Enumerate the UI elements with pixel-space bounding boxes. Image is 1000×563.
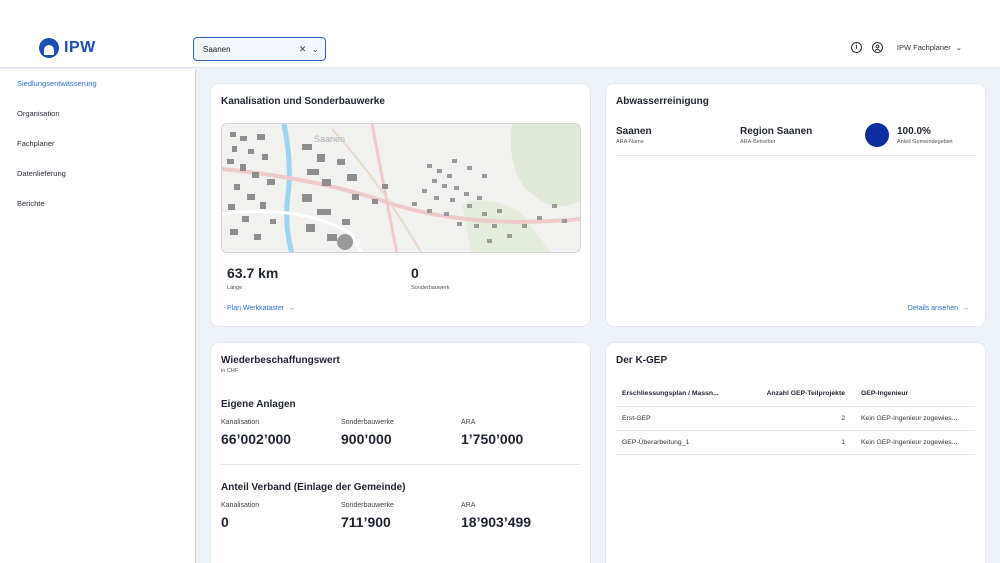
share-value: 100.0%: [897, 126, 931, 137]
verband-ara: ARA 18’903’499: [461, 502, 531, 530]
table-row[interactable]: GEP-Überarbeitung_1 1 Kein GEP-Ingenieur…: [616, 430, 975, 455]
top-bar: IPW Saanen ✕ ⌄ i IPW Fachplaner ⌄: [0, 0, 1000, 68]
eigene-kanalisation: Kanalisation 66’002’000: [221, 419, 291, 447]
verband-kanalisation: Kanalisation 0: [221, 502, 259, 530]
abwasserreinigung-card: Abwasserreinigung Saanen ARA-Name Region…: [606, 84, 985, 326]
map-place-label: Saanen: [314, 134, 345, 144]
length-metric: 63.7 km Länge: [227, 265, 278, 291]
plan-cell: Erst-GEP: [616, 406, 751, 431]
sonderbauwerk-caption: Sonderbauwerk: [411, 285, 450, 291]
verband-sonderbauwerke-value: 711’900: [341, 514, 391, 530]
verband-sonderbauwerke-caption: Sonderbauwerke: [341, 502, 394, 509]
municipality-select-value: Saanen: [203, 44, 231, 54]
user-icon[interactable]: [871, 42, 883, 53]
count-cell: 2: [751, 406, 851, 431]
card-title: Der K-GEP: [616, 355, 668, 366]
link-label: Plan Werkkataster: [227, 305, 285, 312]
table-row[interactable]: Erst-GEP 2 Kein GEP-Ingenieur zugewies..…: [616, 406, 975, 431]
top-right-actions: i IPW Fachplaner ⌄: [850, 42, 962, 53]
verband-ara-caption: ARA: [461, 502, 476, 509]
engineer-cell: Kein GEP-Ingenieur zugewies...: [851, 430, 975, 455]
card-title: Wiederbeschaffungswert: [221, 355, 340, 366]
map[interactable]: Saanen: [221, 123, 581, 253]
eigene-ara: ARA 1’750’000: [461, 419, 523, 447]
ara-operator: Region Saanen: [740, 126, 813, 137]
clear-icon[interactable]: ✕: [299, 44, 307, 55]
verband-kanalisation-value: 0: [221, 514, 229, 530]
count-cell: 1: [751, 430, 851, 455]
eigene-ara-value: 1’750’000: [461, 431, 524, 447]
eigene-sonderbauwerke-caption: Sonderbauwerke: [341, 419, 394, 426]
kgep-table: Erschliessungsplan / Massn... Anzahl GEP…: [616, 382, 975, 455]
eigene-ara-caption: ARA: [461, 419, 476, 426]
eigene-sonderbauwerke-value: 900’000: [341, 431, 392, 447]
column-header-count[interactable]: Anzahl GEP-Teilprojekte: [751, 382, 851, 407]
chevron-down-icon: ⌄: [955, 43, 962, 52]
share-indicator: [865, 123, 889, 147]
ara-name-cell: Saanen ARA-Name: [616, 126, 652, 145]
eigene-kanalisation-caption: Kanalisation: [221, 419, 260, 426]
sonderbauwerk-value: 0: [411, 265, 419, 281]
arrow-right-icon: →: [288, 305, 296, 312]
card-subtitle: in CHF: [221, 368, 239, 374]
plan-werkkataster-link[interactable]: Plan Werkkataster →: [227, 305, 295, 312]
eigene-kanalisation-value: 66’002’000: [221, 431, 292, 447]
eigene-sonderbauwerke: Sonderbauwerke 900’000: [341, 419, 394, 447]
kanalisation-card: Kanalisation und Sonderbauwerke Saanen 6…: [211, 84, 590, 326]
ara-operator-caption: ARA-Betreiber: [740, 139, 776, 145]
sidebar-item-siedlungsentwaesserung[interactable]: Siedlungsentwässerung: [0, 79, 195, 109]
kgep-card: Der K-GEP Erschliessungsplan / Massn... …: [606, 343, 985, 563]
column-header-plan[interactable]: Erschliessungsplan / Massn...: [616, 382, 751, 407]
link-label: Details ansehen: [907, 305, 958, 312]
sonderbauwerk-metric: 0 Sonderbauwerk: [411, 265, 450, 291]
length-value: 63.7 km: [227, 265, 279, 281]
logo[interactable]: IPW: [39, 38, 96, 58]
share-cell: 100.0% Anteil Gemeindegebiet: [897, 126, 953, 145]
user-menu[interactable]: IPW Fachplaner ⌄: [897, 43, 962, 52]
details-ansehen-link[interactable]: Details ansehen →: [908, 305, 969, 312]
ara-row: Saanen ARA-Name Region Saanen ARA-Betrei…: [616, 123, 976, 156]
sidebar-item-datenlieferung[interactable]: Datenlieferung: [0, 169, 195, 199]
anteil-verband-title: Anteil Verband (Einlage der Gemeinde): [221, 482, 406, 493]
sidebar-item-organisation[interactable]: Organisation: [0, 109, 195, 139]
sidebar-item-fachplaner[interactable]: Fachplaner: [0, 139, 195, 169]
card-title: Kanalisation und Sonderbauwerke: [221, 96, 385, 107]
ara-name: Saanen: [616, 126, 652, 137]
verband-ara-value: 18’903’499: [461, 514, 532, 530]
sidebar-item-berichte[interactable]: Berichte: [0, 199, 195, 229]
chevron-down-icon[interactable]: ⌄: [311, 44, 319, 55]
card-title: Abwasserreinigung: [616, 96, 709, 107]
ara-operator-cell: Region Saanen ARA-Betreiber: [740, 126, 812, 145]
verband-kanalisation-caption: Kanalisation: [221, 502, 260, 509]
wiederbeschaffungswert-card: Wiederbeschaffungswert in CHF Eigene Anl…: [211, 343, 590, 563]
logo-icon: [39, 38, 59, 58]
column-header-engineer[interactable]: GEP-Ingenieur: [851, 382, 975, 407]
user-name: IPW Fachplaner: [896, 43, 951, 52]
logo-text: IPW: [64, 39, 96, 56]
share-caption: Anteil Gemeindegebiet: [897, 139, 953, 145]
verband-sonderbauwerke: Sonderbauwerke 711’900: [341, 502, 394, 530]
divider: [221, 464, 581, 465]
ara-name-caption: ARA-Name: [616, 139, 644, 145]
engineer-cell: Kein GEP-Ingenieur zugewies...: [851, 406, 975, 431]
length-caption: Länge: [227, 285, 243, 291]
sidebar: Siedlungsentwässerung Organisation Fachp…: [0, 69, 196, 563]
eigene-anlagen-title: Eigene Anlagen: [221, 399, 296, 410]
info-icon[interactable]: i: [850, 42, 862, 53]
plan-cell: GEP-Überarbeitung_1: [616, 430, 751, 455]
map-graphic: Saanen: [222, 124, 580, 252]
table-header-row: Erschliessungsplan / Massn... Anzahl GEP…: [616, 382, 975, 407]
arrow-right-icon: →: [962, 305, 969, 312]
municipality-select[interactable]: Saanen ✕ ⌄: [193, 37, 326, 61]
